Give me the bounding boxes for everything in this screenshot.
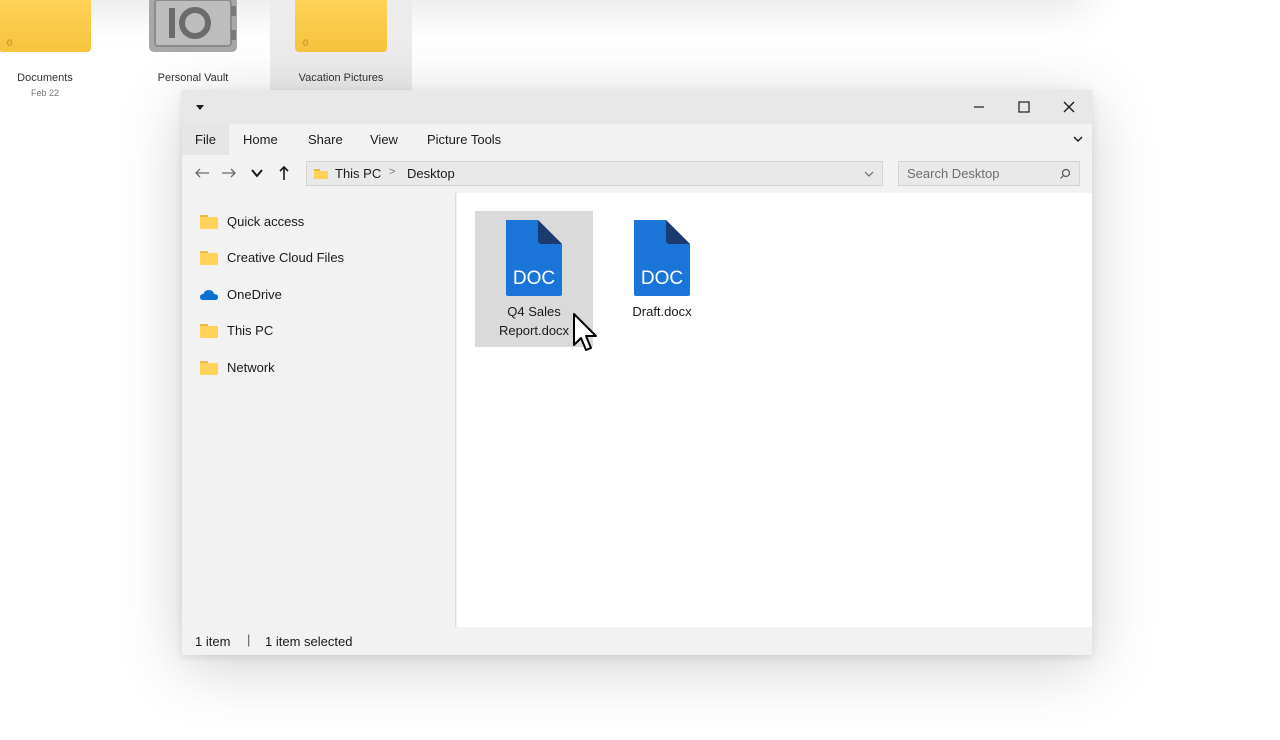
folder-count: 0 bbox=[7, 38, 13, 48]
mouse-pointer-icon bbox=[573, 313, 597, 351]
close-icon bbox=[1063, 101, 1075, 113]
status-divider: | bbox=[247, 632, 251, 647]
tab-home[interactable]: Home bbox=[230, 124, 291, 155]
breadcrumb-desktop[interactable]: Desktop bbox=[407, 166, 455, 181]
navigation-bar: This PC > Desktop bbox=[182, 155, 1092, 193]
word-document-icon: DOC bbox=[634, 220, 690, 296]
arrow-left-icon bbox=[195, 168, 209, 178]
file-item-draft[interactable]: DOC Draft.docx bbox=[603, 211, 721, 347]
sidebar-item-label: Creative Cloud Files bbox=[227, 250, 345, 265]
minimize-button[interactable] bbox=[956, 90, 1002, 124]
doc-badge: DOC bbox=[513, 268, 555, 289]
quick-access-dropdown-icon[interactable] bbox=[194, 102, 206, 112]
sidebar-item-label: Network bbox=[227, 360, 275, 375]
ribbon-tabs: File Home Share View Picture Tools bbox=[182, 124, 1092, 155]
chevron-down-icon[interactable] bbox=[864, 170, 874, 178]
folder-icon bbox=[200, 251, 218, 265]
expand-ribbon-chevron-icon[interactable] bbox=[1072, 134, 1084, 144]
file-list-area[interactable]: DOC Q4 Sales Report.docx DOC Draft.docx bbox=[457, 193, 1092, 627]
tab-picture-tools[interactable]: Picture Tools bbox=[414, 124, 514, 155]
arrow-up-icon bbox=[279, 165, 289, 180]
up-button[interactable] bbox=[272, 161, 296, 185]
breadcrumb-this-pc[interactable]: This PC bbox=[335, 166, 381, 181]
status-bar: 1 item | 1 item selected bbox=[182, 627, 1092, 655]
recent-locations-button[interactable] bbox=[245, 161, 269, 185]
folder-icon: 0 bbox=[295, 0, 387, 52]
sidebar-item-label: Quick access bbox=[227, 214, 305, 229]
file-name: Draft.docx bbox=[632, 304, 692, 319]
folder-icon bbox=[200, 361, 218, 375]
status-item-count: 1 item bbox=[195, 634, 231, 649]
title-bar bbox=[182, 90, 1092, 124]
sidebar-item-label: This PC bbox=[227, 323, 274, 338]
desktop-item-label: Personal Vault bbox=[157, 72, 229, 84]
sidebar-item-label: OneDrive bbox=[227, 287, 282, 302]
desktop-item-label: Vacation Pictures bbox=[298, 72, 384, 84]
vault-icon bbox=[149, 0, 237, 52]
breadcrumb-separator: > bbox=[389, 166, 396, 178]
folder-count: 0 bbox=[303, 38, 309, 48]
tab-view[interactable]: View bbox=[357, 124, 411, 155]
address-bar[interactable]: This PC > Desktop bbox=[306, 161, 883, 186]
search-icon[interactable] bbox=[1059, 168, 1071, 180]
minimize-icon bbox=[974, 106, 984, 108]
chevron-down-icon bbox=[251, 169, 263, 178]
search-input[interactable] bbox=[899, 162, 1054, 185]
search-box[interactable] bbox=[898, 161, 1080, 186]
tab-file[interactable]: File bbox=[182, 124, 229, 155]
file-explorer-window: File Home Share View Picture Tools This … bbox=[182, 90, 1092, 655]
sidebar-item-creative-cloud-files[interactable]: Creative Cloud Files bbox=[182, 240, 456, 276]
close-button[interactable] bbox=[1046, 90, 1092, 124]
status-selection: 1 item selected bbox=[265, 634, 353, 649]
desktop-item-label: Documents bbox=[17, 72, 73, 84]
folder-icon bbox=[314, 169, 328, 179]
folder-icon bbox=[200, 324, 218, 338]
sidebar-item-network[interactable]: Network bbox=[182, 350, 456, 386]
folder-icon: 0 bbox=[0, 0, 91, 52]
desktop-folder-vacation-pictures[interactable]: 0 Vacation Pictures bbox=[270, 0, 412, 95]
doc-badge: DOC bbox=[641, 268, 683, 289]
maximize-button[interactable] bbox=[1001, 90, 1047, 124]
sidebar-item-this-pc[interactable]: This PC bbox=[182, 313, 456, 349]
folder-icon bbox=[200, 215, 218, 229]
cloud-icon bbox=[200, 290, 218, 300]
navigation-pane: Quick access Creative Cloud Files OneDri… bbox=[182, 193, 456, 627]
forward-button[interactable] bbox=[217, 161, 241, 185]
word-document-icon: DOC bbox=[506, 220, 562, 296]
sidebar-item-onedrive[interactable]: OneDrive bbox=[182, 277, 456, 313]
desktop-folder-documents[interactable]: 0 Documents Feb 22 bbox=[0, 0, 105, 110]
maximize-icon bbox=[1018, 101, 1030, 113]
tab-share[interactable]: Share bbox=[295, 124, 356, 155]
sidebar-item-quick-access[interactable]: Quick access bbox=[182, 204, 456, 240]
arrow-right-icon bbox=[222, 168, 236, 178]
back-button[interactable] bbox=[190, 161, 214, 185]
desktop-item-date: Feb 22 bbox=[30, 88, 60, 98]
